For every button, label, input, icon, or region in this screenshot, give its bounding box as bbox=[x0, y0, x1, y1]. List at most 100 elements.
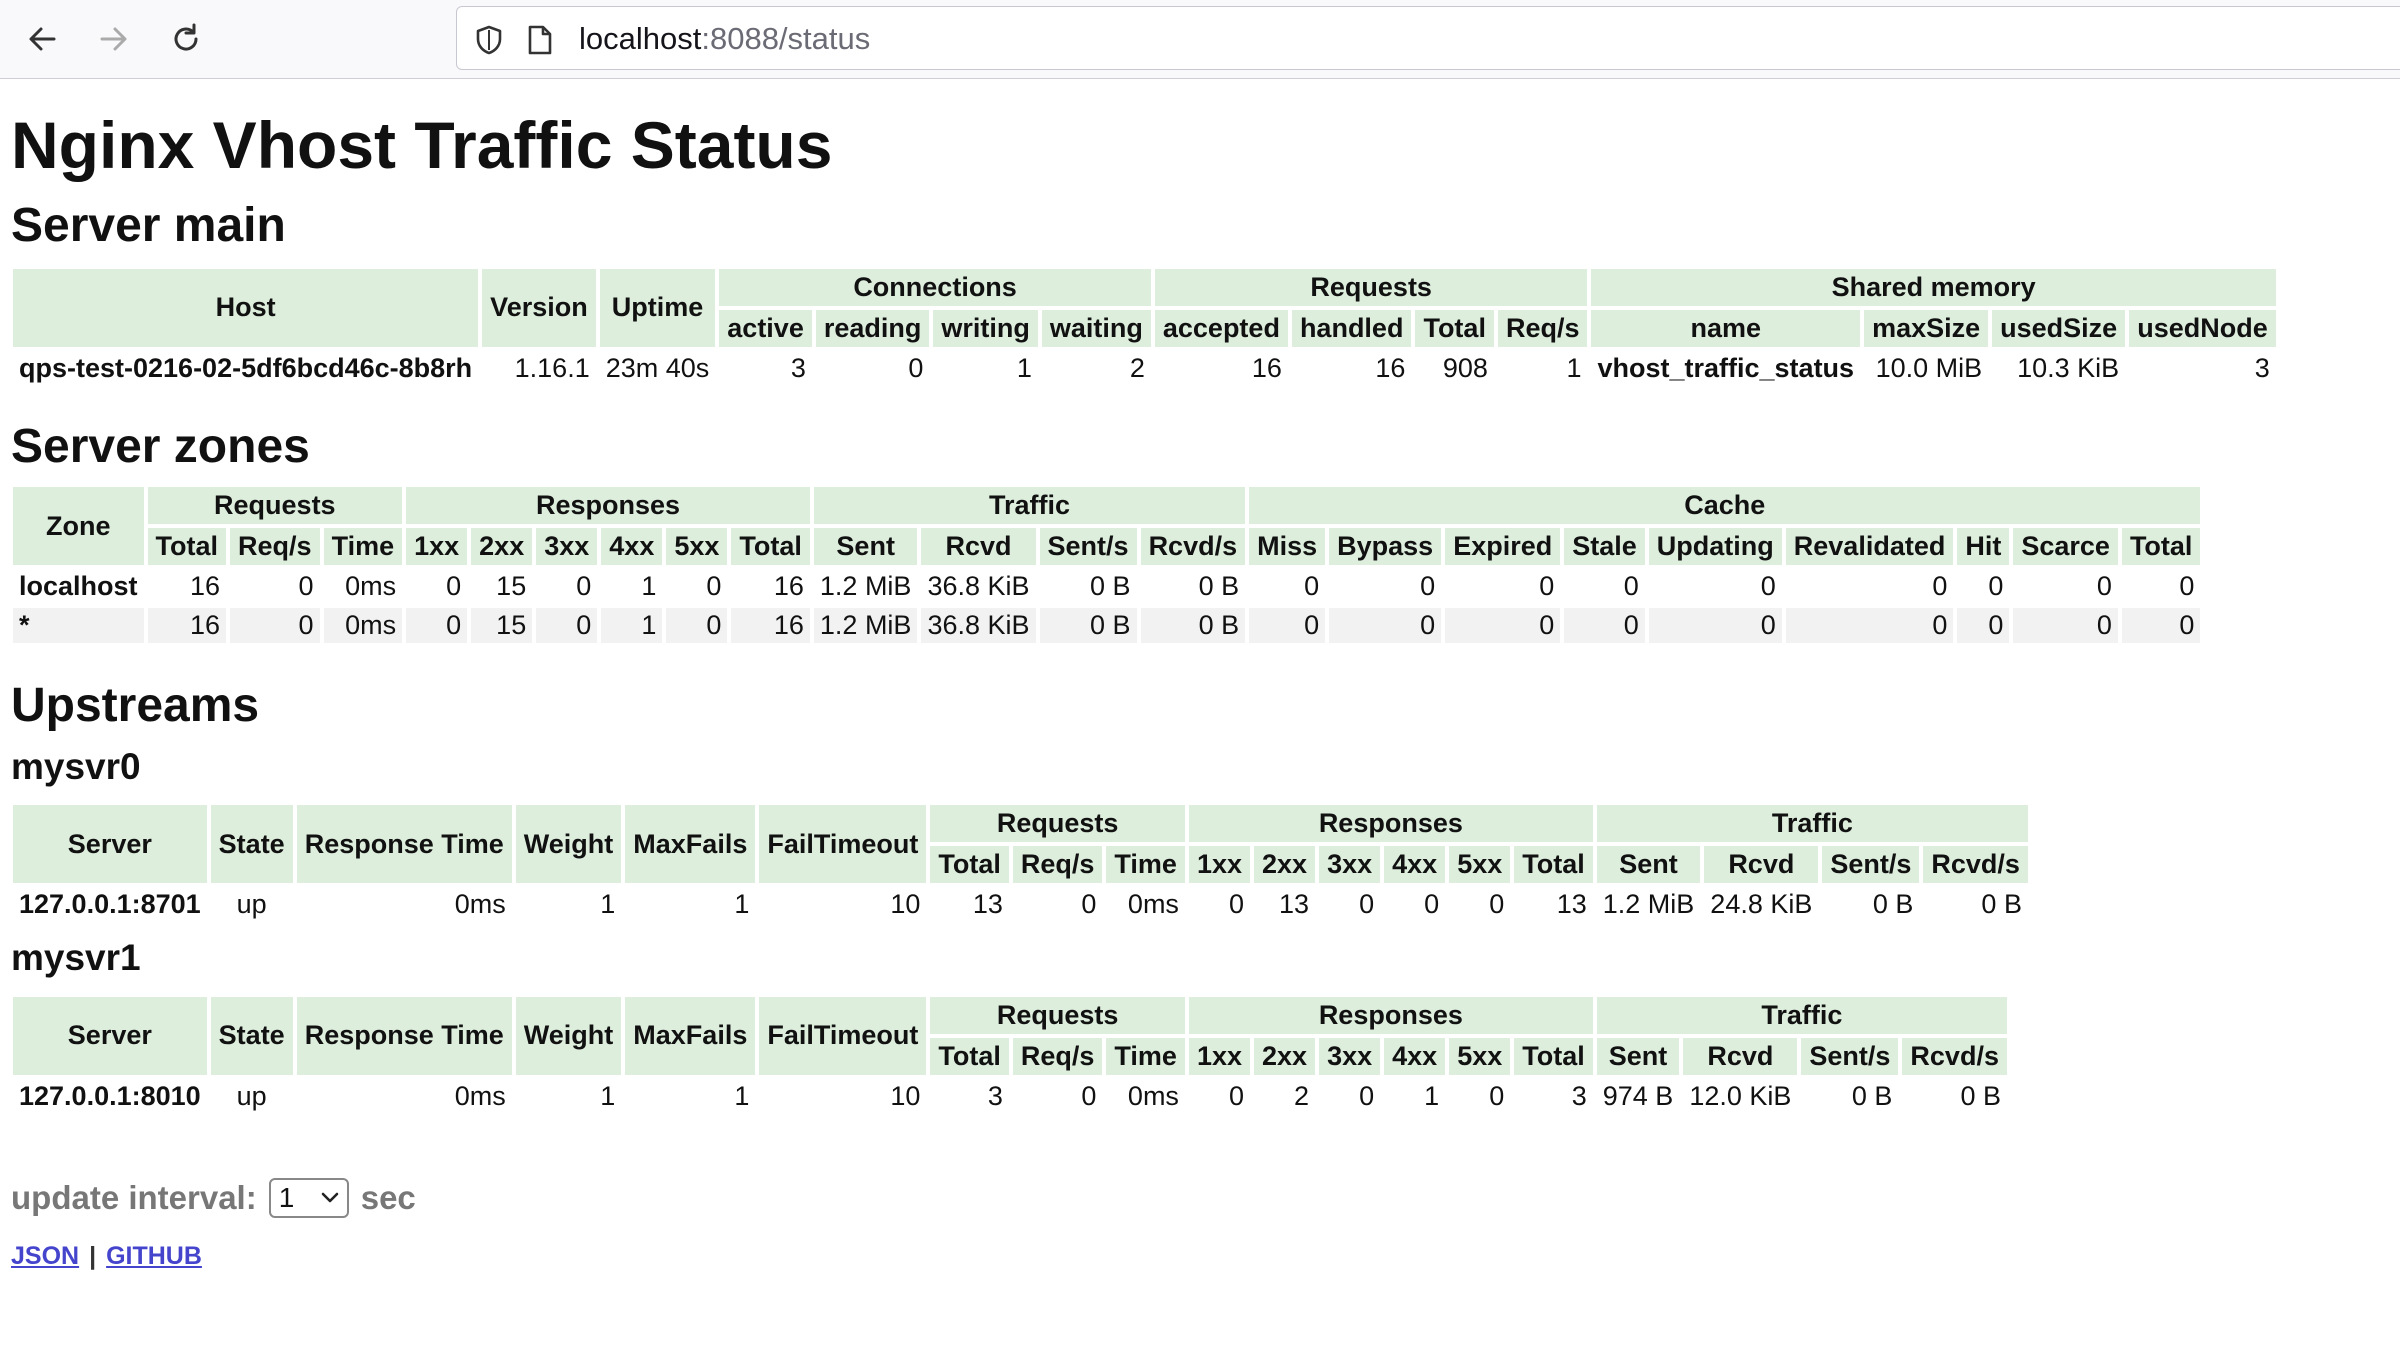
group-requests: Requests bbox=[930, 805, 1185, 843]
header-total: Total bbox=[930, 846, 1009, 884]
cell: 0ms bbox=[345, 571, 397, 602]
header-sent: Sent bbox=[1596, 846, 1701, 884]
group-connections: Connections bbox=[719, 268, 1151, 306]
header-stale: Stale bbox=[1564, 528, 1645, 566]
cell: 0 bbox=[1648, 608, 1782, 644]
cell: 0 bbox=[1957, 608, 2010, 644]
cell-server: 127.0.0.1:8701 bbox=[19, 889, 201, 920]
table-row: qps-test-0216-02-5df6bcd46c-8b8rh 1.16.1… bbox=[13, 351, 2276, 386]
cell-req-per-sec: 1 bbox=[1566, 352, 1582, 383]
cell: 0ms bbox=[1127, 889, 1179, 920]
cell: 0 bbox=[1932, 571, 1948, 602]
page-icon bbox=[528, 25, 552, 55]
cell: 0 bbox=[666, 608, 728, 644]
header-rcvd-per-sec: Rcvd/s bbox=[1902, 1037, 2007, 1075]
header-sent-per-sec: Sent/s bbox=[1822, 846, 1920, 884]
cell: 1 bbox=[1424, 1080, 1440, 1111]
group-requests: Requests bbox=[147, 487, 403, 525]
cell-version: 1.16.1 bbox=[514, 352, 590, 383]
cell: 0 bbox=[298, 571, 314, 602]
group-traffic: Traffic bbox=[813, 487, 1246, 525]
cell: 0ms bbox=[1127, 1080, 1179, 1111]
cell: 13 bbox=[972, 889, 1003, 920]
cell: 15 bbox=[496, 571, 527, 602]
cell-state: up bbox=[236, 889, 267, 920]
github-link[interactable]: GITHUB bbox=[106, 1242, 202, 1270]
header-4xx: 4xx bbox=[601, 528, 663, 566]
page-title: Nginx Vhost Traffic Status bbox=[11, 108, 833, 182]
cell: 0ms bbox=[323, 608, 403, 644]
update-interval-value: 1 bbox=[278, 1181, 295, 1213]
json-link[interactable]: JSON bbox=[11, 1242, 79, 1270]
header-rcvd: Rcvd bbox=[921, 528, 1036, 566]
header-2xx: 2xx bbox=[471, 528, 533, 566]
cell-maxsize: 10.0 MiB bbox=[1875, 352, 1983, 383]
cell: 1.2 MiB bbox=[1602, 889, 1695, 920]
header-cache-total: Total bbox=[2121, 528, 2201, 566]
url-host: localhost bbox=[579, 21, 702, 56]
cell: 0 bbox=[446, 571, 462, 602]
header-bypass: Bypass bbox=[1329, 528, 1442, 566]
cell: 13 bbox=[1556, 889, 1587, 920]
update-interval-select[interactable]: 1 bbox=[268, 1177, 349, 1218]
header-2xx: 2xx bbox=[1254, 1037, 1316, 1075]
header-state: State bbox=[210, 996, 293, 1075]
cell: 0 bbox=[1760, 571, 1776, 602]
header-responses-total: Total bbox=[1514, 1037, 1593, 1075]
cell: 0 bbox=[2096, 571, 2112, 602]
cell: 0 B bbox=[1851, 1080, 1893, 1111]
header-scarce: Scarce bbox=[2013, 528, 2118, 566]
cell: 0 bbox=[1489, 889, 1505, 920]
back-button[interactable] bbox=[20, 19, 64, 59]
table-row: localhost 16 0 0ms 0 15 0 1 0 16 1.2 MiB… bbox=[13, 569, 2200, 604]
header-rcvd-per-sec: Rcvd/s bbox=[1923, 846, 2028, 884]
group-cache: Cache bbox=[1249, 487, 2201, 525]
header-5xx: 5xx bbox=[666, 528, 728, 566]
cell: 1 bbox=[600, 889, 616, 920]
cell: 0ms bbox=[454, 889, 506, 920]
header-maxsize: maxSize bbox=[1864, 309, 1989, 347]
header-1xx: 1xx bbox=[1188, 1037, 1250, 1075]
header-sent: Sent bbox=[813, 528, 918, 566]
upstream-group-name: mysvr1 bbox=[11, 937, 141, 979]
header-5xx: 5xx bbox=[1449, 846, 1511, 884]
header-host: Host bbox=[13, 268, 479, 347]
back-arrow-icon bbox=[29, 27, 56, 51]
cell: 0 bbox=[406, 608, 468, 644]
header-responses-total: Total bbox=[731, 528, 810, 566]
url-text: localhost:8088/status bbox=[579, 21, 870, 57]
cell-shm-name: vhost_traffic_status bbox=[1597, 352, 1855, 383]
header-1xx: 1xx bbox=[406, 528, 468, 566]
cell: 0 bbox=[1445, 608, 1561, 644]
cell: 0 bbox=[706, 571, 722, 602]
cell: 36.8 KiB bbox=[927, 571, 1030, 602]
cell: 16 bbox=[147, 608, 227, 644]
cell: 0 B bbox=[1090, 571, 1131, 602]
address-bar[interactable]: localhost:8088/status bbox=[456, 6, 2400, 70]
header-usedsize: usedSize bbox=[1992, 309, 2126, 347]
cell: 0 B bbox=[1981, 889, 2022, 920]
forward-button[interactable] bbox=[92, 19, 136, 59]
cell: 0 bbox=[1359, 889, 1375, 920]
cell-reading: 0 bbox=[908, 352, 924, 383]
cell: 0 bbox=[1785, 608, 1954, 644]
header-hit: Hit bbox=[1957, 528, 2010, 566]
cell: 13 bbox=[1279, 889, 1310, 920]
reload-button[interactable] bbox=[164, 19, 208, 59]
header-response-time: Response Time bbox=[296, 805, 512, 884]
footer-links: JSON | GITHUB bbox=[11, 1242, 2391, 1271]
url-path: :8088/status bbox=[701, 21, 871, 56]
cell-waiting: 2 bbox=[1129, 352, 1145, 383]
update-interval-control: update interval: 1 sec bbox=[11, 1177, 2391, 1218]
header-3xx: 3xx bbox=[1319, 846, 1381, 884]
header-miss: Miss bbox=[1249, 528, 1326, 566]
header-server: Server bbox=[13, 805, 207, 884]
header-rcvd-per-sec: Rcvd/s bbox=[1140, 528, 1246, 566]
cell: 10 bbox=[890, 889, 921, 920]
header-time: Time bbox=[323, 528, 403, 566]
header-failtimeout: FailTimeout bbox=[759, 805, 927, 884]
cell: 36.8 KiB bbox=[921, 608, 1036, 644]
cell: 1 bbox=[641, 571, 657, 602]
cell: 0 bbox=[1081, 889, 1097, 920]
status-page: Nginx Vhost Traffic Status Server main H… bbox=[11, 80, 2391, 1271]
